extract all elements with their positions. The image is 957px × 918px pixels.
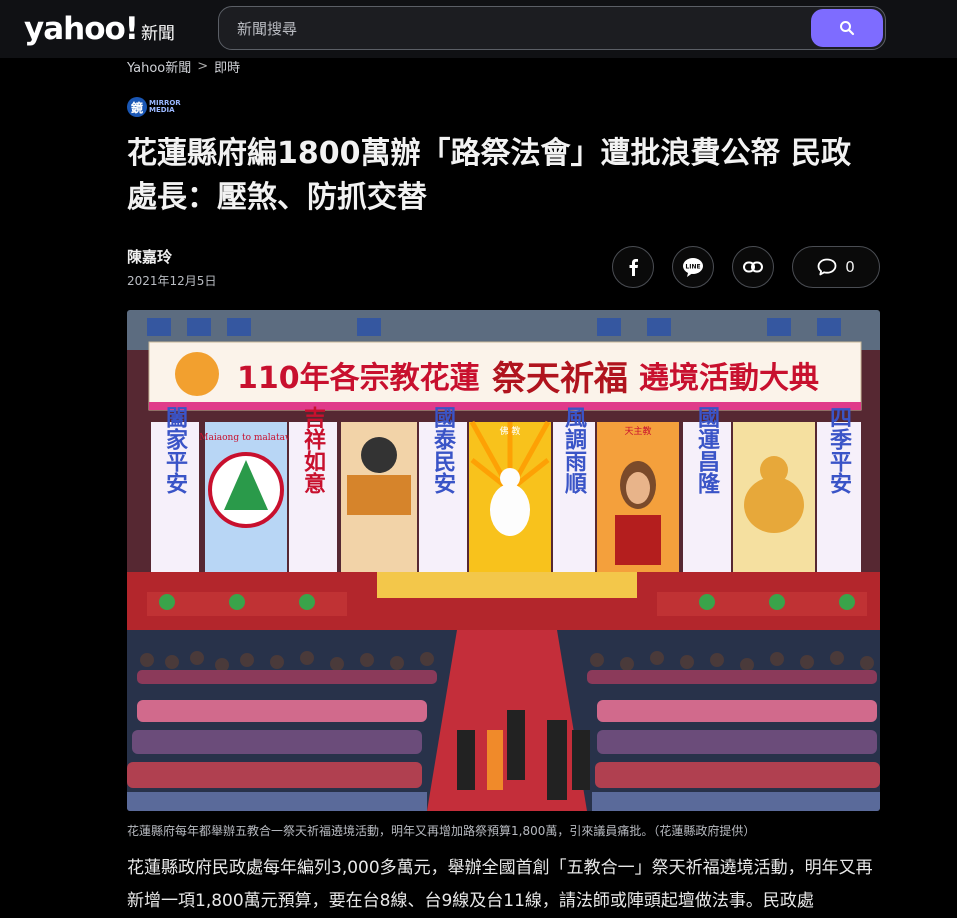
mini-label: Maiaong to malataw xyxy=(199,433,293,443)
search-input[interactable] xyxy=(235,7,799,51)
share-facebook-button[interactable] xyxy=(612,246,654,288)
mid-banner-2: 風調雨順 xyxy=(561,406,587,495)
breadcrumb-separator: > xyxy=(197,59,209,74)
sign-1: 佛 教 xyxy=(500,425,521,437)
source-text-line2: MEDIA xyxy=(149,106,175,114)
link-icon xyxy=(743,261,763,273)
search-button[interactable] xyxy=(811,9,883,47)
banner-text-2: 遶境活動大典 xyxy=(639,361,819,396)
publish-date: 2021年12月5日 xyxy=(127,274,217,288)
breadcrumb-home[interactable]: Yahoo新聞 xyxy=(127,57,191,76)
right-banner-1: 國運昌隆 xyxy=(694,406,720,494)
search-icon xyxy=(840,21,855,36)
logo-word: yahoo! xyxy=(24,11,139,47)
banner-calligraphy: 祭天祈福 xyxy=(492,359,628,399)
mid-banner: 國泰民安 xyxy=(430,406,457,494)
svg-text:LINE: LINE xyxy=(685,264,700,271)
comment-count: 0 xyxy=(845,258,855,276)
line-icon: LINE xyxy=(683,258,703,277)
breadcrumb-realtime[interactable]: 即時 xyxy=(214,57,240,76)
mirror-media-badge: 鏡 xyxy=(127,97,147,117)
right-banner-2: 四季平安 xyxy=(826,406,852,494)
top-navigation-bar: yahoo! 新聞 xyxy=(0,0,957,58)
comments-button[interactable]: 0 xyxy=(792,246,880,288)
logo-section: 新聞 xyxy=(140,24,175,44)
article-body-paragraph: 花蓮縣政府民政處每年編列3,000多萬元，舉辦全國首創「五教合一」祭天祈福遶境活… xyxy=(127,858,873,911)
banner-text: 110年各宗教花蓮 xyxy=(237,361,480,396)
source-wordmark: MIRROR MEDIA xyxy=(149,100,181,114)
breadcrumb: Yahoo新聞 > 即時 xyxy=(127,57,240,76)
share-line-button[interactable]: LINE xyxy=(672,246,714,288)
event-photo-illustration: 110年各宗教花蓮 祭天祈福 遶境活動大典 闔家平安 Maiaong to ma… xyxy=(127,310,880,811)
article-photo[interactable]: 110年各宗教花蓮 祭天祈福 遶境活動大典 闔家平安 Maiaong to ma… xyxy=(127,310,880,811)
left-banner-1: 闔家平安 xyxy=(162,406,188,494)
left-banner-2: 吉祥如意 xyxy=(300,405,326,494)
author-name[interactable]: 陳嘉玲 xyxy=(127,246,172,267)
sign-2: 天主教 xyxy=(624,425,651,437)
photo-caption: 花蓮縣府每年都舉辦五教合一祭天祈福遶境活動，明年又再增加路祭預算1,800萬，引… xyxy=(127,824,756,838)
facebook-icon xyxy=(629,259,638,276)
yahoo-news-logo[interactable]: yahoo! 新聞 xyxy=(24,9,175,49)
source-logo[interactable]: 鏡 MIRROR MEDIA xyxy=(127,97,181,117)
comment-icon xyxy=(817,258,837,276)
search-box xyxy=(218,6,886,51)
copy-link-button[interactable] xyxy=(732,246,774,288)
article-title: 花蓮縣府編1800萬辦「路祭法會」遭批浪費公帑 民政處長：壓煞、防抓交替 xyxy=(127,136,851,215)
